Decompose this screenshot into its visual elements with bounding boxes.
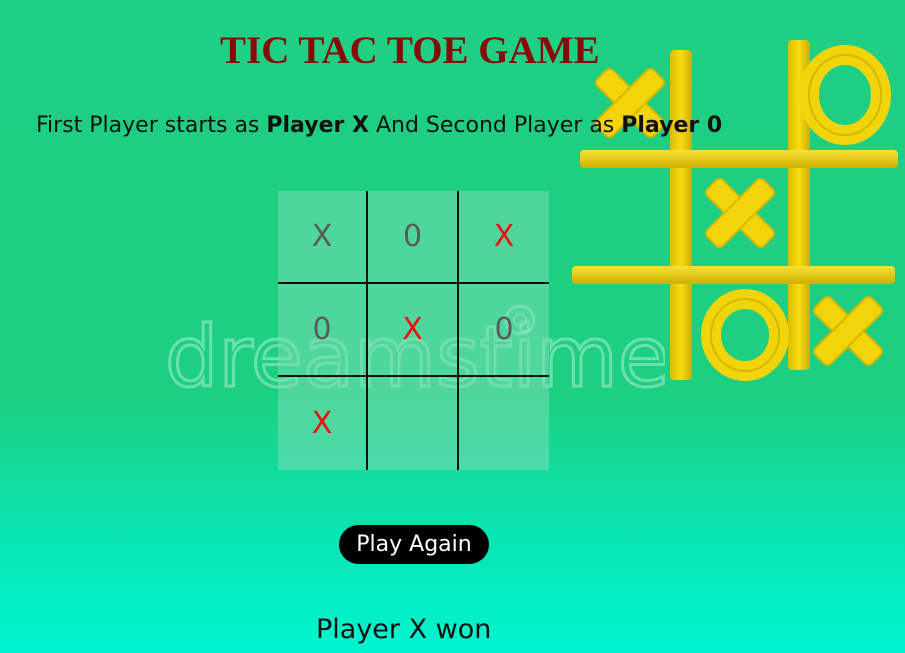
player-one-label: Player X [266, 113, 369, 138]
game-board: X 0 X 0 X 0 X [278, 191, 549, 470]
board-cell-3-1[interactable]: X [278, 377, 368, 470]
board-cell-2-3[interactable]: 0 [459, 284, 549, 377]
board-cell-2-1[interactable]: 0 [278, 284, 368, 377]
game-status: Player X won [316, 614, 492, 645]
board-cell-1-1[interactable]: X [278, 191, 368, 284]
play-again-button[interactable]: Play Again [339, 525, 489, 564]
intro-text: First Player starts as Player X And Seco… [36, 112, 722, 140]
board-cell-2-2[interactable]: X [368, 284, 459, 377]
board-cell-1-3[interactable]: X [459, 191, 549, 284]
board-cell-3-2[interactable] [368, 377, 459, 470]
board-cell-1-2[interactable]: 0 [368, 191, 459, 284]
player-two-label: Player 0 [621, 113, 723, 138]
intro-text-part-1: First Player starts as [36, 113, 267, 138]
board-cell-3-3[interactable] [459, 377, 549, 470]
page-title: TIC TAC TOE GAME [220, 29, 600, 72]
intro-text-part-2: And Second Player as [368, 113, 622, 138]
